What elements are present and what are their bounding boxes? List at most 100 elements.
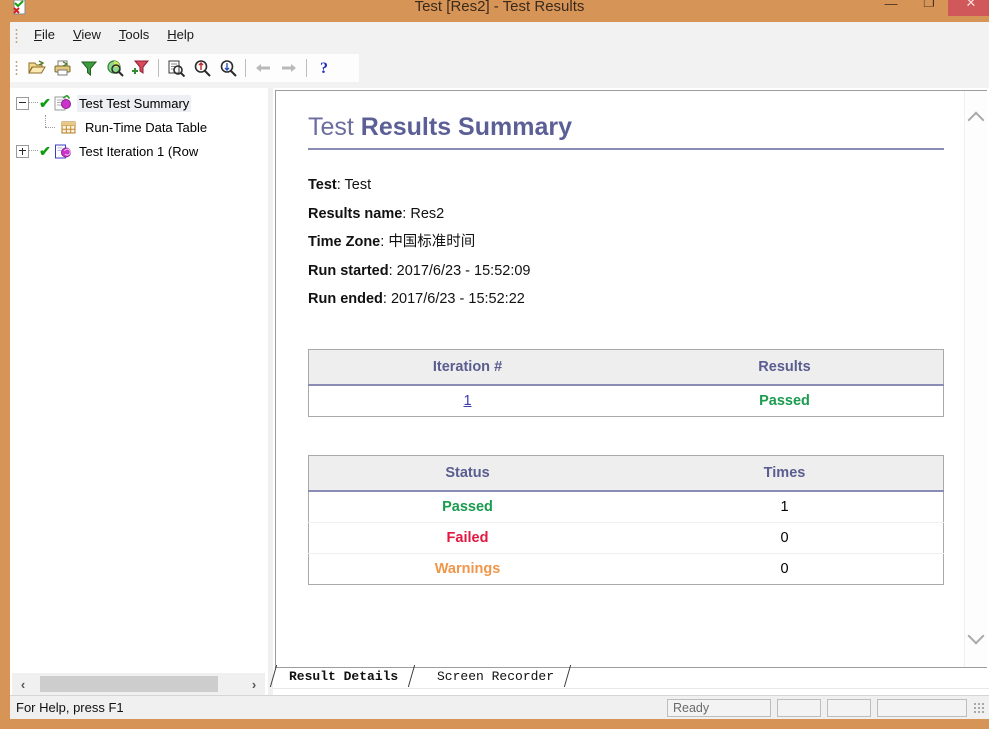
window-controls: — ❐ ✕ bbox=[872, 0, 989, 16]
tree-node-label: Run-Time Data Table bbox=[85, 119, 208, 135]
data-table-icon bbox=[60, 119, 78, 136]
status-pane-2 bbox=[777, 698, 821, 717]
meta-run-ended-value: 2017/6/23 - 15:52:22 bbox=[390, 291, 525, 308]
menu-bar: File View Tools Help bbox=[10, 22, 989, 48]
open-icon[interactable] bbox=[24, 56, 50, 80]
menu-item-help[interactable]: Help bbox=[158, 24, 203, 45]
minimize-button[interactable]: — bbox=[872, 0, 910, 16]
tab-screen-recorder[interactable]: Screen Recorder bbox=[425, 665, 572, 687]
expand-box-icon[interactable] bbox=[16, 144, 29, 158]
scroll-up-icon[interactable] bbox=[965, 105, 987, 131]
resize-grip[interactable] bbox=[973, 701, 985, 714]
iteration-icon bbox=[54, 143, 72, 160]
cell-status-warnings: Warnings bbox=[434, 560, 501, 577]
tree-node-runtime-data-table[interactable]: Run-Time Data Table bbox=[10, 115, 267, 139]
column-header-results: Results bbox=[626, 349, 944, 386]
tab-screen-recorder-label: Screen Recorder bbox=[437, 668, 555, 684]
iteration-results-table: Iteration # Results 1 Passed bbox=[308, 348, 944, 417]
maximize-button[interactable]: ❐ bbox=[910, 0, 948, 16]
meta-test-value: Test bbox=[344, 177, 372, 193]
status-hint: For Help, press F1 bbox=[16, 700, 124, 715]
tree-connector bbox=[29, 150, 38, 152]
scrollbar-thumb[interactable] bbox=[40, 676, 218, 692]
scrollbar-track[interactable] bbox=[34, 673, 243, 695]
page-search-icon[interactable] bbox=[163, 56, 189, 80]
tree-node-label: Test Test Summary bbox=[77, 94, 192, 112]
zoom-out-icon[interactable] bbox=[215, 56, 241, 80]
cell-iteration-result: Passed bbox=[759, 392, 810, 409]
table-row: Failed 0 bbox=[308, 522, 944, 554]
report-frame: Test Results Summary Test: Test Results … bbox=[275, 90, 987, 668]
table-row: Warnings 0 bbox=[309, 553, 944, 584]
menu-file-rest: ile bbox=[41, 27, 55, 42]
cell-times-failed: 0 bbox=[626, 522, 944, 554]
collapse-box-icon[interactable] bbox=[16, 96, 29, 110]
check-icon: ✔ bbox=[39, 143, 51, 159]
menu-drag-grip[interactable] bbox=[13, 26, 22, 43]
filter-icon[interactable] bbox=[76, 56, 102, 80]
check-icon: ✔ bbox=[39, 95, 51, 111]
forward-arrow-icon[interactable] bbox=[276, 56, 302, 80]
toolbar-separator-2 bbox=[245, 59, 246, 77]
meta-run-started-label: Run started bbox=[308, 262, 389, 279]
zoom-in-icon[interactable] bbox=[189, 56, 215, 80]
meta-results-name: Results name: Res2 bbox=[308, 205, 445, 222]
column-header-iteration: Iteration # bbox=[308, 349, 626, 386]
menu-view-rest: iew bbox=[81, 27, 101, 42]
cell-times-passed: 1 bbox=[626, 490, 944, 523]
iteration-link[interactable]: 1 bbox=[463, 393, 471, 409]
find-next-icon[interactable] bbox=[102, 56, 128, 80]
tabstrip-underline bbox=[273, 688, 989, 689]
meta-run-started: Run started: 2017/6/23 - 15:52:09 bbox=[308, 262, 531, 279]
title-divider bbox=[308, 148, 944, 150]
remove-filter-icon[interactable] bbox=[128, 56, 154, 80]
results-tree[interactable]: ✔ Test Test Summary Run-Time Data Table … bbox=[10, 91, 267, 665]
cell-status-failed: Failed bbox=[308, 522, 626, 554]
tree-node-test-summary[interactable]: ✔ Test Test Summary bbox=[10, 91, 267, 115]
status-pane-ready: Ready bbox=[667, 698, 771, 717]
test-summary-icon bbox=[54, 93, 72, 112]
table-header-row: Status Times bbox=[308, 455, 944, 492]
column-header-times: Times bbox=[626, 455, 944, 492]
scroll-left-icon[interactable]: ‹ bbox=[12, 673, 34, 695]
main-window: Test [Res2] - Test Results — ❐ ✕ File Vi… bbox=[0, 0, 989, 729]
toolbar: ? bbox=[10, 47, 989, 89]
tab-result-details[interactable]: Result Details bbox=[269, 665, 416, 687]
results-tree-panel: ✔ Test Test Summary Run-Time Data Table … bbox=[10, 88, 268, 701]
meta-run-ended-label: Run ended bbox=[308, 291, 383, 308]
status-pane-4 bbox=[877, 698, 967, 717]
meta-test-label: Test bbox=[308, 177, 337, 193]
meta-time-zone-label: Time Zone bbox=[308, 234, 381, 251]
menu-item-file[interactable]: File bbox=[25, 24, 64, 45]
scroll-right-icon[interactable]: › bbox=[243, 673, 265, 695]
meta-time-zone-value: 中国标准时间 bbox=[388, 234, 476, 251]
close-button[interactable]: ✕ bbox=[948, 0, 989, 16]
tree-node-test-iteration-1[interactable]: ✔ Test Iteration 1 (Row bbox=[10, 139, 267, 163]
cell-iteration-number: 1 bbox=[309, 385, 627, 417]
scroll-down-icon[interactable] bbox=[965, 625, 987, 651]
tree-horizontal-scrollbar[interactable]: ‹ › bbox=[12, 673, 265, 695]
menu-help-mnemonic: H bbox=[167, 27, 177, 42]
toolbar-drag-grip[interactable] bbox=[13, 59, 22, 77]
back-arrow-icon[interactable] bbox=[250, 56, 276, 80]
column-header-status: Status bbox=[308, 455, 626, 492]
tree-connector bbox=[29, 102, 38, 104]
status-pane-3 bbox=[827, 698, 871, 717]
title-bar: Test [Res2] - Test Results — ❐ ✕ bbox=[5, 0, 989, 22]
menu-tools-rest: ools bbox=[125, 27, 150, 42]
tab-result-details-label: Result Details bbox=[289, 668, 399, 684]
meta-test: Test: Test bbox=[308, 177, 372, 193]
help-icon[interactable]: ? bbox=[311, 56, 337, 80]
svg-text:?: ? bbox=[320, 60, 328, 77]
menu-item-view[interactable]: View bbox=[64, 24, 110, 45]
cell-times-warnings: 0 bbox=[780, 560, 789, 577]
report-document: Test Results Summary Test: Test Results … bbox=[276, 91, 965, 667]
meta-time-zone: Time Zone: 中国标准时间 bbox=[308, 234, 476, 251]
tree-connector bbox=[40, 115, 60, 139]
report-vertical-scrollbar[interactable] bbox=[964, 91, 987, 667]
toolbar-separator-3 bbox=[306, 59, 307, 77]
meta-run-ended: Run ended: 2017/6/23 - 15:52:22 bbox=[308, 291, 525, 308]
menu-item-tools[interactable]: Tools bbox=[110, 24, 158, 45]
print-icon[interactable] bbox=[50, 56, 76, 80]
